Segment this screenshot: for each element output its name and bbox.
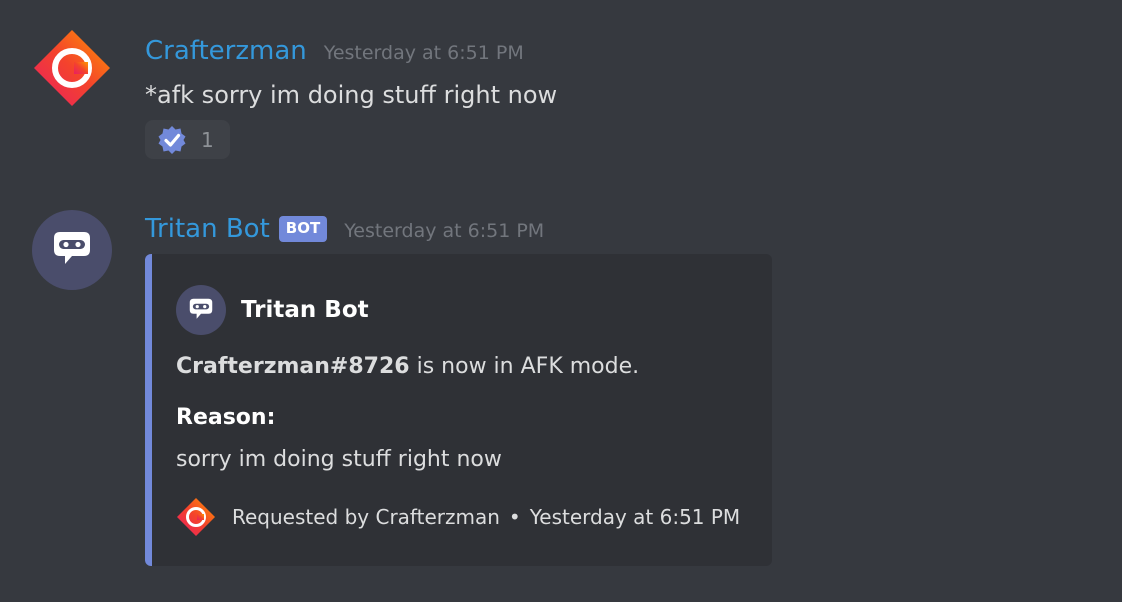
- message-timestamp[interactable]: Yesterday at 6:51 PM: [344, 220, 544, 242]
- embed-description: Crafterzman#8726 is now in AFK mode.: [176, 354, 639, 379]
- message-timestamp[interactable]: Yesterday at 6:51 PM: [324, 42, 524, 64]
- robot-chat-bubble-icon: [176, 285, 226, 335]
- embed-footer-timestamp: Yesterday at 6:51 PM: [529, 505, 741, 529]
- avatar[interactable]: [32, 210, 112, 290]
- embed-field-value: sorry im doing stuff right now: [176, 447, 502, 472]
- embed-description-text: is now in AFK mode.: [409, 354, 640, 379]
- embed: Tritan Bot Crafterzman#8726 is now in AF…: [145, 254, 772, 566]
- crafterzman-logo-icon: [177, 498, 215, 536]
- chat-messages: Crafterzman Yesterday at 6:51 PM *afk so…: [0, 0, 1122, 602]
- robot-chat-bubble-icon: [32, 210, 112, 290]
- embed-footer-requested: Requested by Crafterzman: [232, 505, 500, 529]
- embed-field-name: Reason:: [176, 405, 276, 430]
- username[interactable]: Tritan Bot: [145, 214, 270, 244]
- message-header: Tritan Bot BOT Yesterday at 6:51 PM: [145, 214, 544, 246]
- embed-accent-bar: [145, 254, 152, 566]
- crafterzman-logo-icon: [34, 30, 110, 106]
- embed-footer-separator: •: [508, 505, 521, 529]
- avatar[interactable]: [32, 28, 112, 108]
- message-text: *afk sorry im doing stuff right now: [145, 81, 558, 109]
- embed-author-name: Tritan Bot: [241, 297, 369, 323]
- embed-footer: Requested by Crafterzman • Yesterday at …: [176, 497, 740, 537]
- username[interactable]: Crafterzman: [145, 36, 307, 66]
- message-header: Crafterzman Yesterday at 6:51 PM: [145, 36, 524, 66]
- verified-check-badge-icon: [158, 125, 186, 154]
- embed-author: Tritan Bot: [176, 285, 369, 335]
- bot-tag: BOT: [278, 216, 328, 242]
- reaction-button[interactable]: 1: [145, 120, 230, 159]
- reaction-count: 1: [201, 127, 214, 152]
- mention-user: Crafterzman#8726: [176, 354, 410, 379]
